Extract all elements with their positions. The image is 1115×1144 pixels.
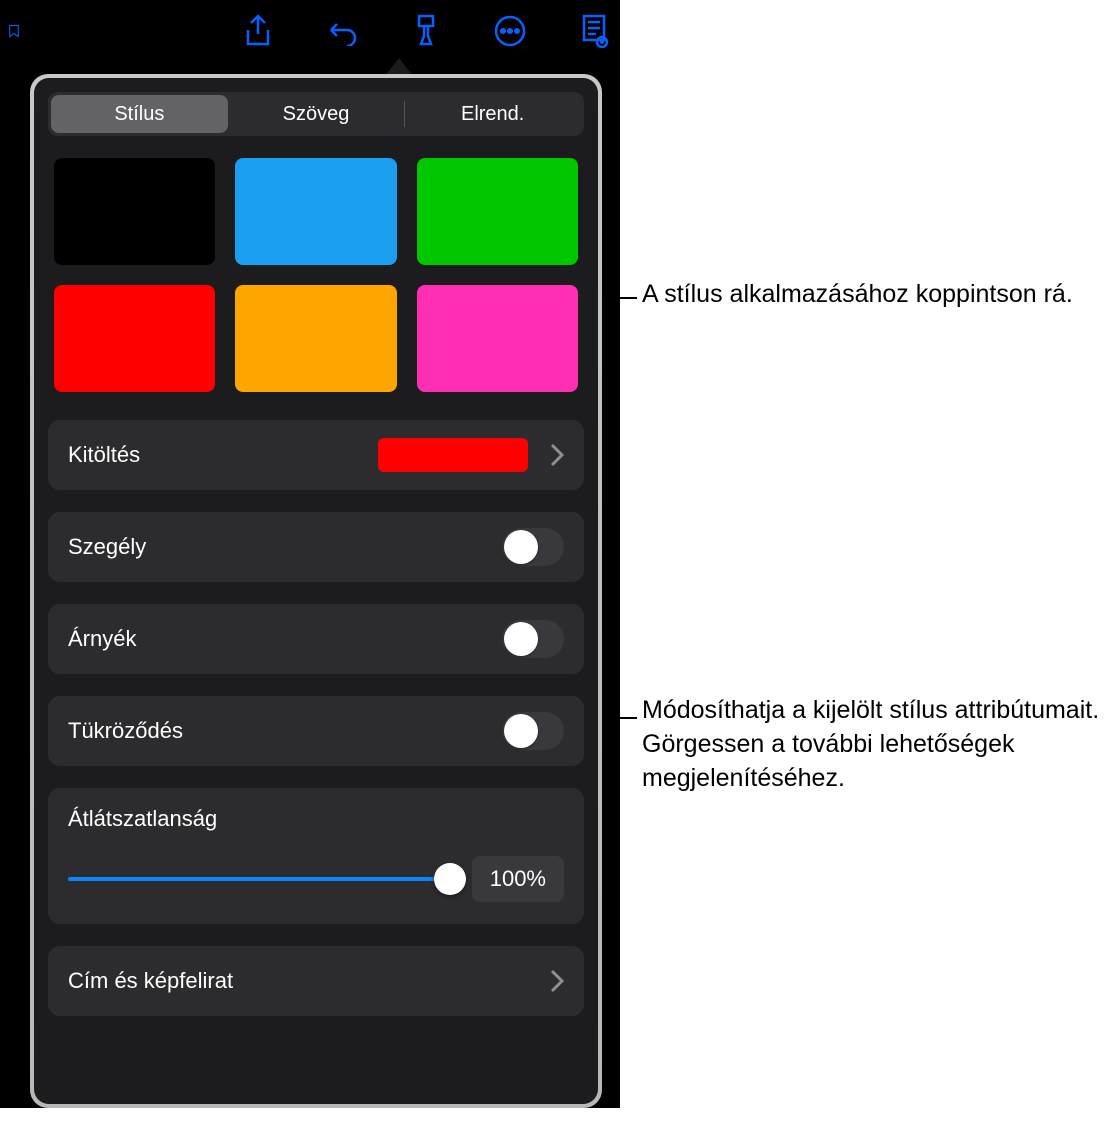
tab-label: Stílus xyxy=(114,103,164,126)
format-brush-icon[interactable] xyxy=(408,13,444,49)
shadow-toggle[interactable] xyxy=(502,620,564,658)
format-popover: Stílus Szöveg Elrend. Kitöltés Szegély xyxy=(30,74,602,1108)
opacity-label: Átlátszatlanság xyxy=(68,806,564,832)
share-icon[interactable] xyxy=(240,13,276,49)
shadow-row: Árnyék xyxy=(48,604,584,674)
view-options-icon[interactable] xyxy=(576,13,612,49)
more-icon[interactable] xyxy=(492,13,528,49)
bookmark-icon[interactable] xyxy=(8,13,20,49)
fill-label: Kitöltés xyxy=(68,442,378,468)
callout-bracket-top xyxy=(608,168,618,426)
device-frame: Stílus Szöveg Elrend. Kitöltés Szegély xyxy=(0,0,620,1108)
undo-icon[interactable] xyxy=(324,13,360,49)
style-swatch[interactable] xyxy=(54,158,215,265)
title-caption-row[interactable]: Cím és képfelirat xyxy=(48,946,584,1016)
opacity-slider[interactable] xyxy=(68,864,450,894)
style-swatch[interactable] xyxy=(235,285,396,392)
top-toolbar xyxy=(0,0,620,62)
tab-text[interactable]: Szöveg xyxy=(228,95,405,133)
callout-text-top: A stílus alkalmazásához koppintson rá. xyxy=(642,278,1073,312)
fill-row[interactable]: Kitöltés xyxy=(48,420,584,490)
style-swatch[interactable] xyxy=(417,158,578,265)
shadow-label: Árnyék xyxy=(68,626,502,652)
opacity-row: Átlátszatlanság 100% xyxy=(48,788,584,924)
opacity-value[interactable]: 100% xyxy=(472,856,564,902)
reflection-toggle[interactable] xyxy=(502,712,564,750)
reflection-row: Tükröződés xyxy=(48,696,584,766)
tab-segmented-control: Stílus Szöveg Elrend. xyxy=(48,92,584,136)
style-swatch[interactable] xyxy=(235,158,396,265)
callout-bracket-bottom xyxy=(608,452,618,982)
style-swatch[interactable] xyxy=(417,285,578,392)
callout-text-bottom: Módosíthatja a kijelölt stílus attribútu… xyxy=(642,694,1112,795)
tab-label: Elrend. xyxy=(461,103,524,126)
tab-arrange[interactable]: Elrend. xyxy=(404,95,581,133)
fill-color-preview xyxy=(378,438,528,472)
style-swatch[interactable] xyxy=(54,285,215,392)
border-row: Szegély xyxy=(48,512,584,582)
chevron-right-icon xyxy=(550,969,564,993)
tab-label: Szöveg xyxy=(283,103,350,126)
border-toggle[interactable] xyxy=(502,528,564,566)
style-swatch-grid xyxy=(48,158,584,392)
title-caption-label: Cím és képfelirat xyxy=(68,968,550,994)
tab-style[interactable]: Stílus xyxy=(51,95,228,133)
chevron-right-icon xyxy=(550,443,564,467)
border-label: Szegély xyxy=(68,534,502,560)
reflection-label: Tükröződés xyxy=(68,718,502,744)
